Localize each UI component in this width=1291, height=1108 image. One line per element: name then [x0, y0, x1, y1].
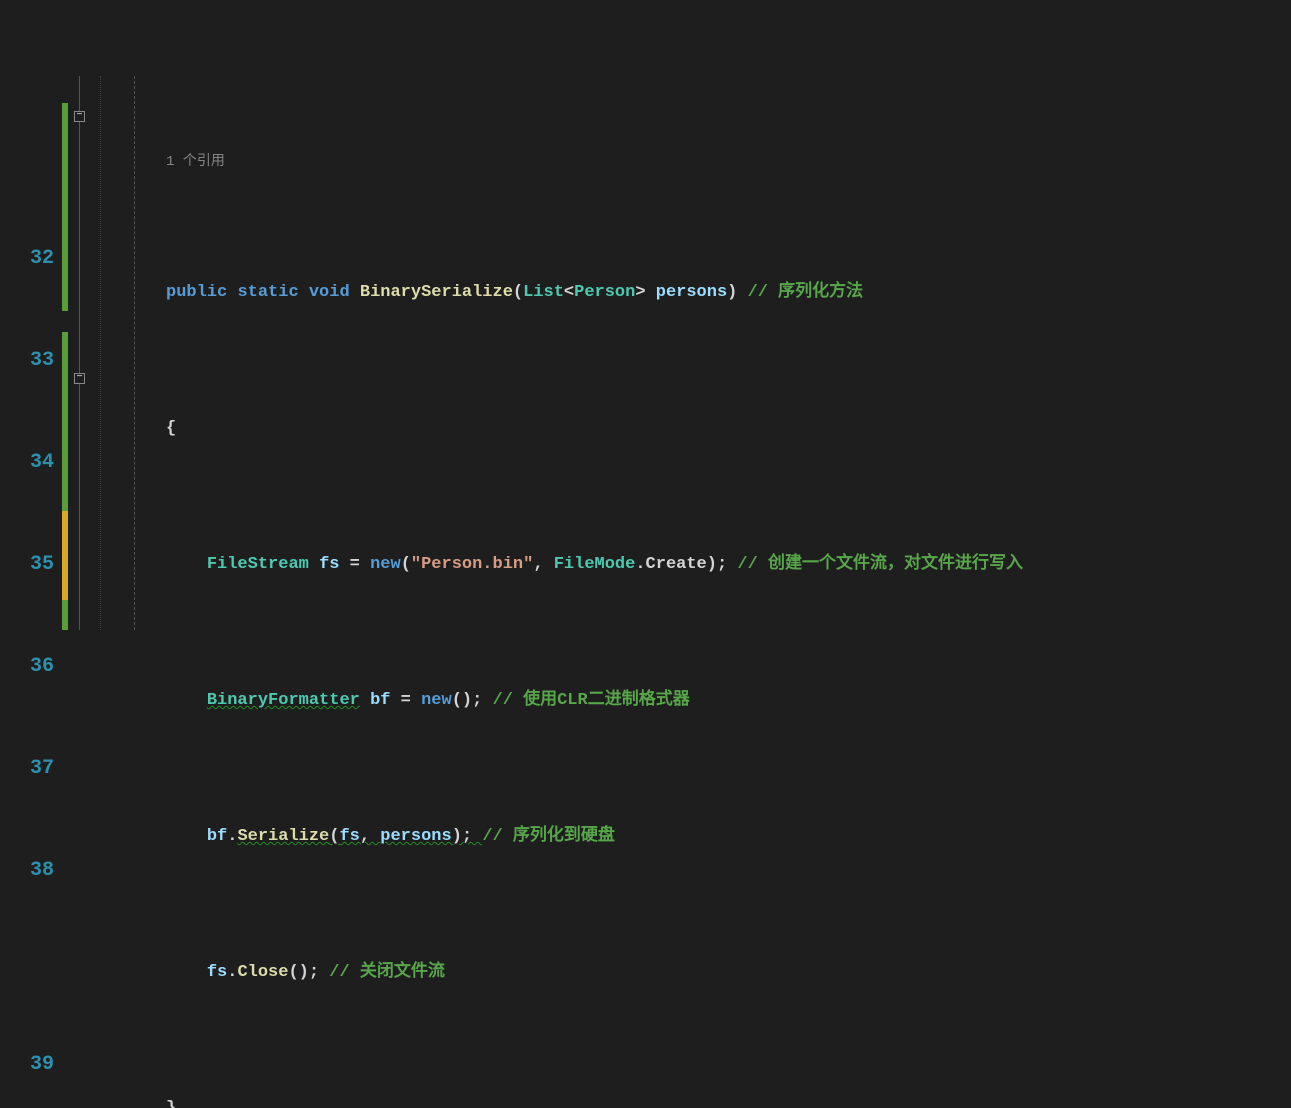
line-number[interactable]: 34	[6, 446, 54, 480]
code-line: bf.Serialize(fs, persons); // 序列化到硬盘	[166, 820, 1291, 854]
code-line: public static void BinarySerialize(List<…	[166, 276, 1291, 310]
indent-guides	[96, 76, 166, 630]
fold-gutter: − −	[68, 76, 96, 630]
line-number[interactable]: 39	[6, 1048, 54, 1082]
codelens-references[interactable]: 1 个引用	[166, 150, 1291, 174]
code-line: }	[166, 1092, 1291, 1108]
fold-toggle[interactable]: −	[74, 373, 85, 384]
line-number[interactable]: 37	[6, 752, 54, 786]
line-number-gutter: 32 33 34 35 36 37 38 39 40 41 42 43 44 4…	[0, 76, 62, 630]
line-number[interactable]: 38	[6, 854, 54, 888]
line-number[interactable]: 35	[6, 548, 54, 582]
line-number[interactable]: 36	[6, 650, 54, 684]
code-line: BinaryFormatter bf = new(); // 使用CLR二进制格…	[166, 684, 1291, 718]
code-line: FileStream fs = new("Person.bin", FileMo…	[166, 548, 1291, 582]
fold-toggle[interactable]: −	[74, 111, 85, 122]
code-content[interactable]: 1 个引用 public static void BinarySerialize…	[166, 76, 1291, 630]
code-line: {	[166, 412, 1291, 446]
line-number[interactable]: 33	[6, 344, 54, 378]
code-editor: 32 33 34 35 36 37 38 39 40 41 42 43 44 4…	[0, 76, 1291, 630]
line-number[interactable]: 32	[6, 242, 54, 276]
code-line: fs.Close(); // 关闭文件流	[166, 956, 1291, 990]
